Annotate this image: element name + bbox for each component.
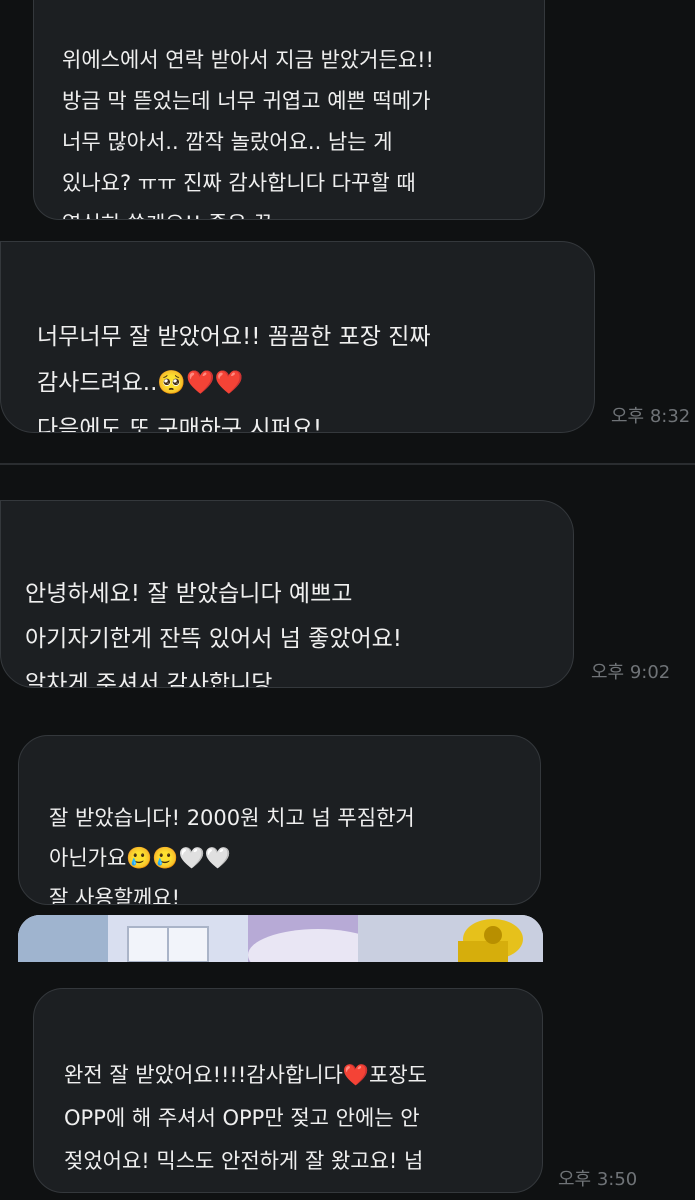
chat-divider (0, 463, 695, 465)
message-text-4: 잘 받았습니다! 2000원 치고 넘 푸짐한거 아닌가요🥲🥲🤍🤍 잘 사용할께… (49, 806, 415, 905)
message-time-3: 오후 9:02 (591, 662, 671, 683)
photo-thumbnail-image (18, 915, 543, 962)
message-bubble-1[interactable]: 위에스에서 연락 받아서 지금 받았거든요!! 방금 막 뜯었는데 너무 귀엽고… (33, 0, 545, 220)
message-time-2: 오후 8:32 (611, 406, 691, 427)
message-bubble-3[interactable]: 안녕하세요! 잘 받았습니다 예쁘고 아기자기한게 잔뜩 있어서 넘 좋았어요!… (0, 500, 574, 688)
message-text-5: 완전 잘 받았어요!!!!감사합니다❤️포장도 OPP에 해 주셔서 OPP만 … (64, 1063, 427, 1173)
message-text-2: 너무너무 잘 받았어요!! 꼼꼼한 포장 진짜 감사드려요..🥺❤️❤️ 다음에… (37, 324, 431, 433)
message-text-1: 위에스에서 연락 받아서 지금 받았거든요!! 방금 막 뜯었는데 너무 귀엽고… (62, 48, 434, 219)
message-bubble-5[interactable]: 완전 잘 받았어요!!!!감사합니다❤️포장도 OPP에 해 주셔서 OPP만 … (33, 988, 543, 1193)
message-text-3: 안녕하세요! 잘 받았습니다 예쁘고 아기자기한게 잔뜩 있어서 넘 좋았어요!… (25, 581, 403, 688)
photo-attachment[interactable] (18, 915, 543, 962)
message-bubble-4[interactable]: 잘 받았습니다! 2000원 치고 넘 푸짐한거 아닌가요🥲🥲🤍🤍 잘 사용할께… (18, 735, 541, 905)
message-bubble-2[interactable]: 너무너무 잘 받았어요!! 꼼꼼한 포장 진짜 감사드려요..🥺❤️❤️ 다음에… (0, 241, 595, 433)
chat-screen: 위에스에서 연락 받아서 지금 받았거든요!! 방금 막 뜯었는데 너무 귀엽고… (0, 0, 695, 1200)
message-time-5: 오후 3:50 (558, 1169, 638, 1190)
